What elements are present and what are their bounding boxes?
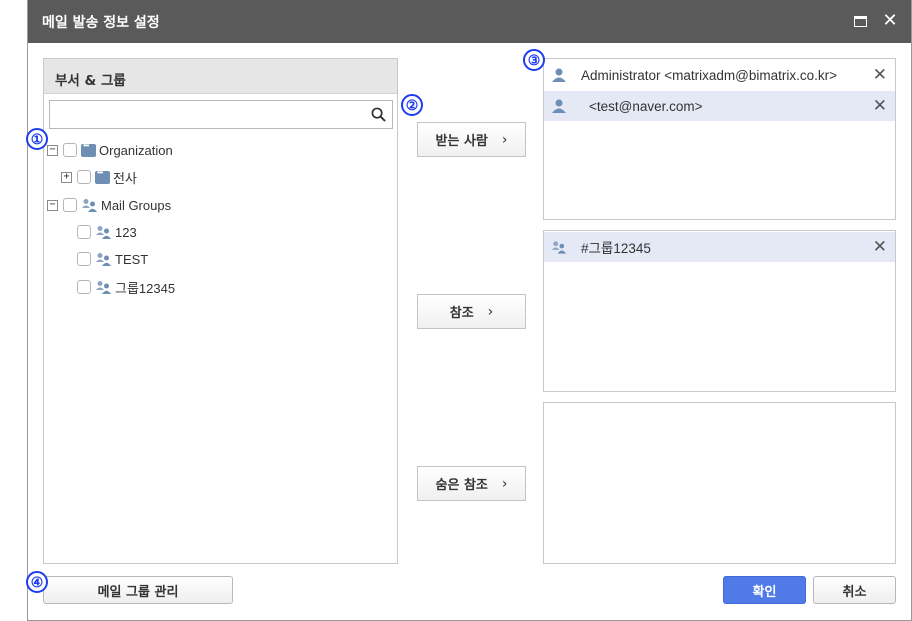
tree-checkbox[interactable] [63, 198, 77, 212]
tree-label: Mail Groups [101, 197, 172, 213]
recipient-text: <test@naver.com> [589, 98, 703, 114]
tree-checkbox[interactable] [63, 143, 77, 157]
tree-node-group[interactable]: 123 [77, 222, 137, 242]
person-icon [552, 68, 566, 82]
tree-label: 123 [115, 224, 137, 240]
marker-2: ② [401, 94, 423, 116]
collapse-icon[interactable]: − [47, 199, 58, 211]
remove-icon[interactable]: ✕ [873, 96, 887, 116]
maximize-icon[interactable] [848, 9, 872, 33]
marker-1: ① [26, 128, 48, 150]
panel-header: 부서 & 그룹 [44, 59, 397, 94]
marker-3: ③ [523, 49, 545, 71]
tree-label: 그룹12345 [115, 280, 176, 296]
organization-icon [95, 168, 110, 184]
person-icon [552, 99, 566, 113]
tree-label: Organization [99, 142, 173, 158]
tree-checkbox[interactable] [77, 252, 91, 266]
button-label: 받는 사람 [435, 134, 488, 149]
tree-checkbox[interactable] [77, 170, 91, 184]
add-to-button[interactable]: 받는 사람 › [417, 122, 526, 157]
group-icon [82, 199, 97, 212]
add-bcc-button[interactable]: 숨은 참조 › [417, 466, 526, 501]
expand-icon[interactable]: + [61, 171, 72, 183]
cancel-button[interactable]: 취소 [813, 576, 896, 604]
tree-checkbox[interactable] [77, 225, 91, 239]
remove-icon[interactable]: ✕ [873, 237, 887, 257]
tree-node-company[interactable]: + 전사 [61, 167, 137, 187]
group-icon [96, 253, 111, 266]
tree-node-mail-groups[interactable]: − Mail Groups [47, 195, 171, 215]
remove-icon[interactable]: ✕ [873, 65, 887, 85]
tree-checkbox[interactable] [77, 280, 91, 294]
department-group-panel: 부서 & 그룹 − Organization + 전사 − [43, 58, 398, 564]
marker-4: ④ [26, 571, 48, 593]
tree-label: TEST [115, 251, 149, 267]
cc-recipients-list[interactable]: #그룹12345 ✕ [543, 230, 896, 392]
collapse-icon[interactable]: − [47, 144, 58, 156]
chevron-right-icon: › [501, 475, 508, 492]
dialog-titlebar: 메일 발송 정보 설정 ✕ [28, 0, 911, 43]
recipient-item[interactable]: <test@naver.com> ✕ [544, 91, 895, 121]
chevron-right-icon: › [501, 131, 508, 148]
search-input[interactable] [52, 103, 362, 126]
dialog-title: 메일 발송 정보 설정 [42, 15, 160, 31]
chevron-right-icon: › [487, 303, 494, 320]
manage-mail-groups-button[interactable]: 메일 그룹 관리 [43, 576, 233, 604]
to-recipients-list[interactable]: Administrator <matrixadm@bimatrix.co.kr>… [543, 58, 896, 220]
add-cc-button[interactable]: 참조 › [417, 294, 526, 329]
search-box [49, 100, 393, 129]
recipient-item[interactable]: Administrator <matrixadm@bimatrix.co.kr>… [544, 60, 895, 90]
recipient-text: Administrator <matrixadm@bimatrix.co.kr> [581, 67, 838, 83]
button-label: 숨은 참조 [435, 478, 488, 493]
tree-node-organization[interactable]: − Organization [47, 140, 173, 160]
button-label: 참조 [449, 306, 474, 321]
tree-label: 전사 [113, 170, 137, 186]
organization-icon [81, 141, 96, 157]
close-icon[interactable]: ✕ [878, 9, 902, 33]
bcc-recipients-list[interactable] [543, 402, 896, 564]
tree-node-group[interactable]: 그룹12345 [77, 277, 175, 297]
group-icon [96, 226, 111, 239]
search-icon[interactable] [371, 107, 386, 122]
recipient-text: #그룹12345 [581, 241, 651, 256]
mail-settings-dialog: 메일 발송 정보 설정 ✕ 부서 & 그룹 − Organization + 전… [27, 0, 912, 621]
group-icon [551, 241, 567, 254]
recipient-item[interactable]: #그룹12345 ✕ [544, 232, 895, 262]
confirm-button[interactable]: 확인 [723, 576, 806, 604]
group-icon [96, 281, 111, 294]
tree-node-group[interactable]: TEST [77, 249, 148, 269]
